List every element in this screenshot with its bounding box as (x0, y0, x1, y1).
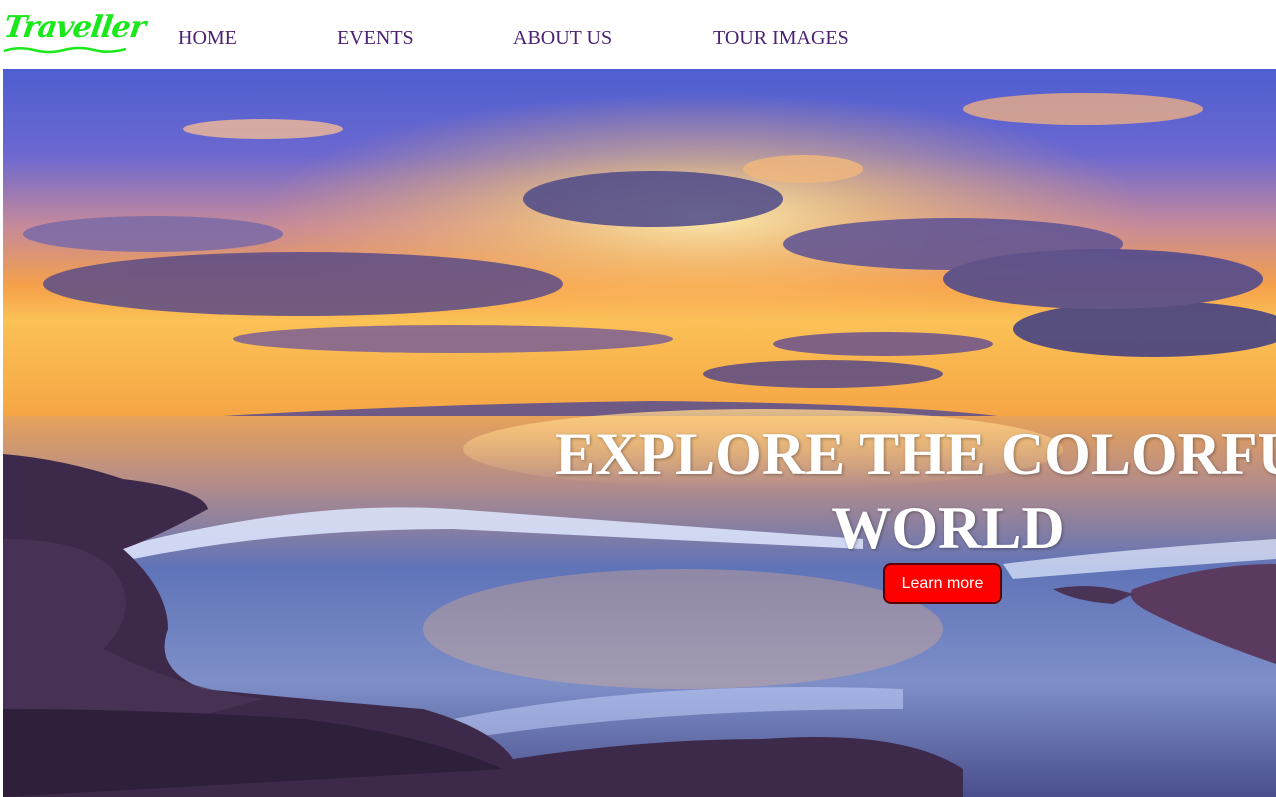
hero-headline-line-1: EXPLORE THE COLORFUL (555, 421, 1276, 487)
nav-tour-images-link[interactable]: TOUR IMAGES (713, 27, 849, 50)
learn-more-button[interactable]: Learn more (883, 563, 1002, 604)
nav-home-link[interactable]: HOME (178, 27, 237, 50)
hero-headline: EXPLORE THE COLORFUL WORLD (513, 417, 1276, 565)
nav-events-link[interactable]: EVENTS (337, 27, 414, 50)
nav-about-us-link[interactable]: ABOUT US (513, 27, 612, 50)
brand-logo[interactable]: Traveller (2, 10, 148, 45)
logo-underline-icon (4, 46, 126, 54)
hero-headline-line-2: WORLD (831, 495, 1065, 561)
hero-banner: EXPLORE THE COLORFUL WORLD Learn more (3, 69, 1276, 797)
navbar: Traveller HOME EVENTS ABOUT US TOUR IMAG… (0, 0, 1276, 69)
